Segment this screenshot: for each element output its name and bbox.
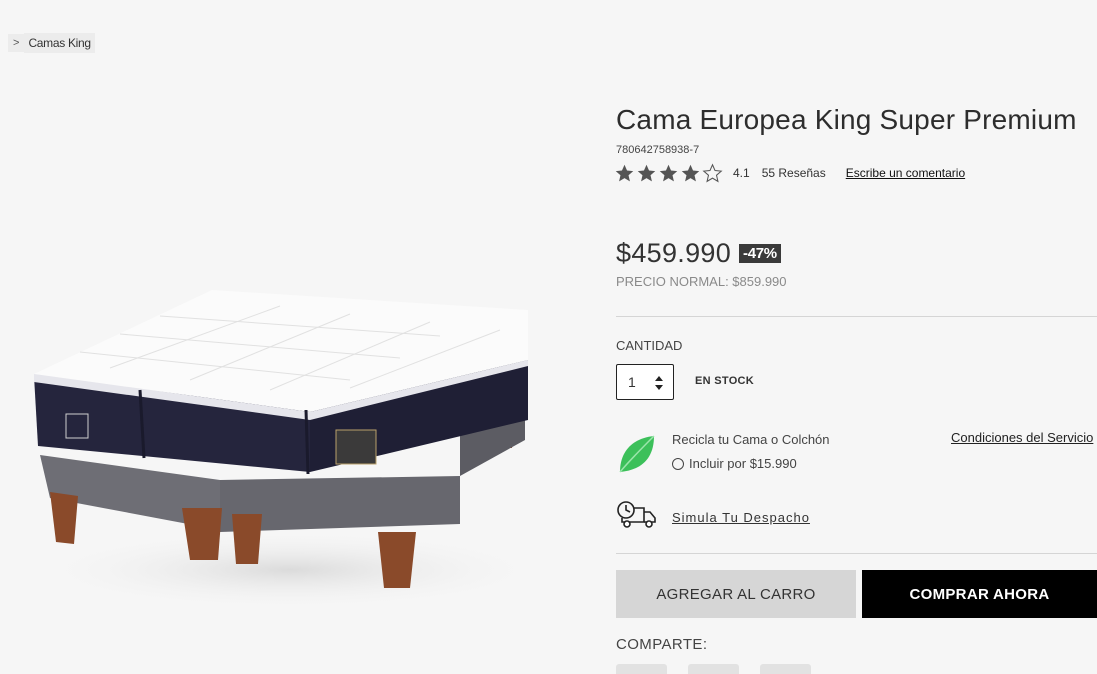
- product-title: Cama Europea King Super Premium: [616, 104, 1077, 135]
- write-review-link[interactable]: Escribe un comentario: [846, 166, 965, 180]
- normal-price: PRECIO NORMAL: $859.990: [616, 274, 787, 289]
- truck-clock-icon: [617, 501, 656, 528]
- simulate-delivery-link[interactable]: Simula Tu Despacho: [672, 510, 810, 525]
- discount-badge: -47%: [739, 244, 781, 263]
- recycle-title: Recicla tu Cama o Colchón: [672, 432, 830, 447]
- breadcrumb: > Camas King: [8, 33, 95, 53]
- star-filled-icon: [615, 164, 634, 181]
- add-to-cart-button[interactable]: AGREGAR AL CARRO: [616, 570, 856, 618]
- breadcrumb-item-camas-king[interactable]: Camas King: [24, 33, 95, 53]
- buy-now-button[interactable]: COMPRAR AHORA: [862, 570, 1097, 618]
- select-arrows-icon: [655, 376, 663, 390]
- product-info: Cama Europea King Super Premium 78064275…: [614, 0, 1097, 674]
- recycle-radio[interactable]: [672, 457, 684, 470]
- sale-price: $459.990: [616, 238, 732, 268]
- star-filled-icon: [637, 164, 656, 181]
- star-filled-icon: [681, 164, 700, 181]
- product-sku: 780642758938-7: [616, 144, 700, 156]
- rating-stars: [614, 162, 723, 184]
- quantity-select[interactable]: 1: [616, 364, 674, 400]
- price-row: $459.990 -47%: [616, 238, 781, 269]
- rating-score: 4.1: [733, 166, 750, 180]
- breadcrumb-separator: >: [8, 34, 25, 52]
- product-rating: 4.1 55 Reseñas Escribe un comentario: [614, 162, 965, 184]
- recycle-option-label: Incluir por $15.990: [689, 456, 797, 471]
- bed-illustration: [30, 290, 550, 610]
- service-conditions-link[interactable]: Condiciones del Servicio: [951, 430, 1093, 445]
- share-label: COMPARTE:: [616, 636, 708, 653]
- divider: [616, 553, 1097, 554]
- stock-status: EN STOCK: [695, 375, 755, 387]
- share-button[interactable]: [760, 664, 811, 674]
- divider: [616, 316, 1097, 317]
- share-button[interactable]: [616, 664, 667, 674]
- leaf-icon: [619, 435, 655, 473]
- product-image[interactable]: [20, 270, 550, 620]
- quantity-label: CANTIDAD: [616, 338, 683, 353]
- quantity-value: 1: [628, 374, 636, 390]
- recycle-option[interactable]: Incluir por $15.990: [672, 456, 797, 471]
- share-button[interactable]: [688, 664, 739, 674]
- reviews-count[interactable]: 55 Reseñas: [762, 166, 826, 180]
- star-filled-icon: [659, 164, 678, 181]
- star-empty-icon: [702, 162, 723, 182]
